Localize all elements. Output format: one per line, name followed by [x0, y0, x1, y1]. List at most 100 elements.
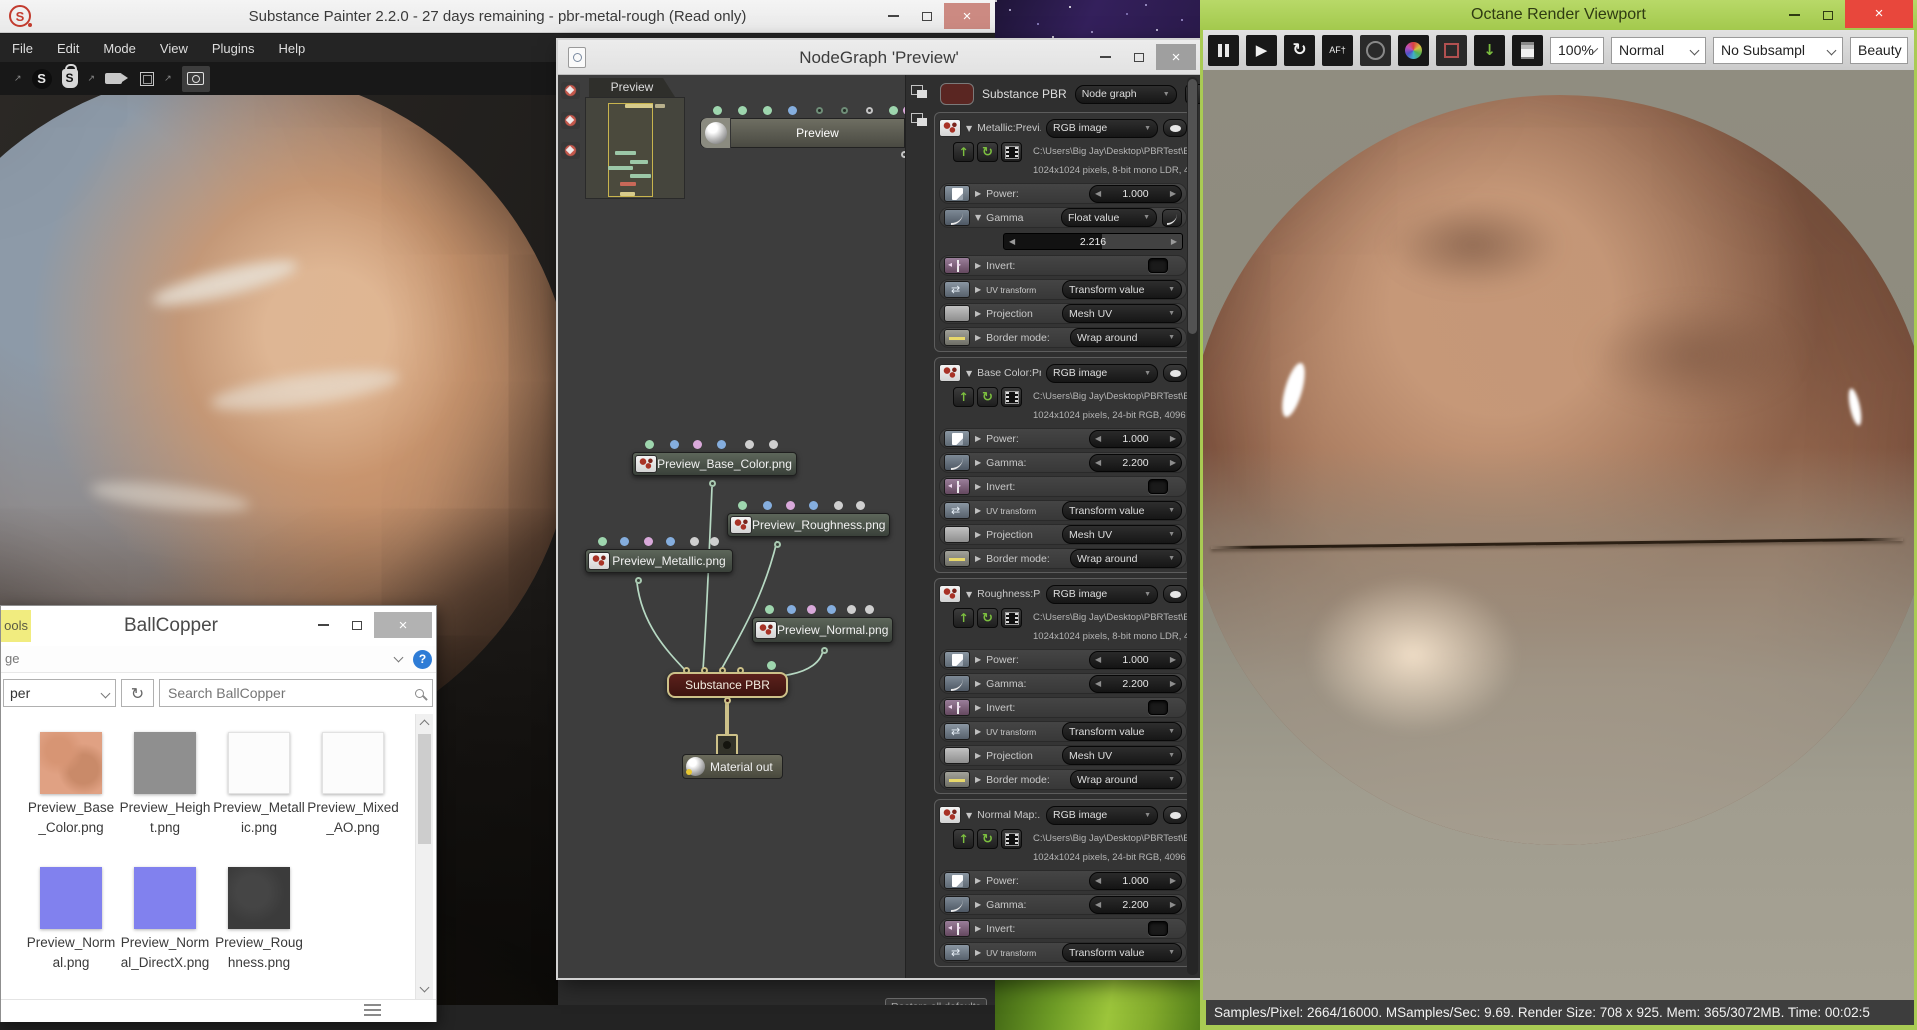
node-port[interactable]	[769, 440, 778, 449]
border-mode-dropdown[interactable]: Wrap around ▼	[1070, 328, 1182, 347]
display-mode-dropdown[interactable]: Normal	[1611, 36, 1706, 64]
menu-file[interactable]: File	[12, 41, 33, 56]
start-render-button[interactable]: ▶	[1246, 34, 1277, 66]
node-port[interactable]	[670, 440, 679, 449]
film-sequence-icon[interactable]	[1001, 608, 1022, 628]
node-port[interactable]	[620, 537, 629, 546]
details-view-icon[interactable]	[364, 1004, 381, 1018]
explorer-scrollbar[interactable]	[415, 714, 433, 999]
node-port[interactable]	[644, 537, 653, 546]
expand-arrow-icon[interactable]: ▶	[975, 775, 981, 784]
uv-transform-dropdown[interactable]: Transform value ▼	[1062, 722, 1182, 741]
camera-target-button[interactable]	[1360, 34, 1391, 66]
node-port[interactable]	[763, 501, 772, 510]
node-port[interactable]	[645, 440, 654, 449]
collapse-arrow-icon[interactable]: ▼	[975, 213, 981, 222]
menu-help[interactable]: Help	[278, 41, 305, 56]
file-item[interactable]: Preview_Metallic.png	[213, 732, 305, 837]
gamma-spinner[interactable]: ◀ 2.200 ▶	[1089, 674, 1182, 693]
uv-transform-dropdown[interactable]: Transform value ▼	[1062, 943, 1182, 962]
explorer-minimize-button[interactable]	[306, 612, 340, 638]
expand-arrow-icon[interactable]: ▶	[975, 727, 981, 736]
nodegraph-maximize-button[interactable]	[1122, 44, 1156, 70]
pause-render-button[interactable]	[1208, 34, 1239, 66]
explorer-tools-ribbon-tab[interactable]: ools	[1, 610, 31, 642]
octane-render-view[interactable]	[1203, 70, 1914, 1000]
image-type-dropdown[interactable]: RGB image ▼	[1046, 584, 1158, 604]
render-pass-field[interactable]: Beauty	[1850, 36, 1908, 64]
node-port[interactable]	[809, 501, 818, 510]
gamma-spinner[interactable]: ◀ 2.200 ▶	[1089, 895, 1182, 914]
expand-arrow-icon[interactable]: ▶	[975, 876, 981, 885]
ribbon-expand-chevron-icon[interactable]	[393, 652, 404, 663]
expand-arrow-icon[interactable]: ▶	[975, 482, 981, 491]
region-render-button[interactable]	[1436, 34, 1467, 66]
node-base-color[interactable]: Preview_Base_Color.png	[632, 440, 797, 487]
node-output-port[interactable]	[635, 577, 642, 584]
color-picker-button[interactable]	[1398, 34, 1429, 66]
spread-nodes-icon[interactable]	[561, 112, 580, 129]
uv-transform-dropdown[interactable]: Transform value ▼	[1062, 280, 1182, 299]
power-spinner[interactable]: ◀ 1.000 ▶	[1089, 429, 1182, 448]
node-material-out[interactable]: Material out	[682, 754, 783, 779]
cube-icon[interactable]	[140, 71, 155, 86]
sp-minimize-button[interactable]	[876, 3, 910, 29]
node-port[interactable]	[816, 107, 823, 114]
node-input-port[interactable]	[683, 667, 690, 674]
parameter-panel[interactable]: Substance PBR Node graph ▼ ▼ Metallic:Pre…	[905, 75, 1200, 978]
menu-view[interactable]: View	[160, 41, 188, 56]
invert-checkbox[interactable]	[1148, 258, 1168, 273]
node-port[interactable]	[763, 106, 772, 115]
file-item[interactable]: Preview_Roughness.png	[213, 867, 305, 972]
eye-visibility-icon[interactable]	[1163, 806, 1187, 824]
load-image-button[interactable]: ↑	[953, 608, 974, 628]
node-port[interactable]	[866, 107, 873, 114]
video-camera-icon[interactable]	[105, 73, 129, 84]
file-item[interactable]: Preview_Normal.png	[25, 867, 117, 972]
load-image-button[interactable]: ↑	[953, 142, 974, 162]
expand-arrow-icon[interactable]: ▶	[975, 434, 981, 443]
panel-scrollbar[interactable]	[1187, 77, 1198, 975]
film-sequence-icon[interactable]	[1001, 387, 1022, 407]
node-port[interactable]	[865, 605, 874, 614]
menu-plugins[interactable]: Plugins	[212, 41, 255, 56]
scrollbar-thumb[interactable]	[418, 734, 431, 844]
octane-close-button[interactable]: ×	[1845, 0, 1913, 28]
node-output-port[interactable]	[724, 697, 731, 704]
explorer-titlebar[interactable]: BallCopper ×	[1, 606, 436, 646]
expand-arrow-icon[interactable]: ▶	[975, 261, 981, 270]
subsampling-dropdown[interactable]: No Subsampl	[1713, 36, 1843, 64]
power-spinner[interactable]: ◀ 1.000 ▶	[1089, 871, 1182, 890]
expand-arrow-icon[interactable]: ▶	[975, 530, 981, 539]
layer-stack-icon[interactable]	[911, 85, 927, 98]
expand-arrow-icon[interactable]: ▶	[975, 554, 981, 563]
sp-titlebar[interactable]: S Substance Painter 2.2.0 - 27 days rema…	[0, 0, 995, 33]
nodegraph-window[interactable]: NodeGraph 'Preview' × Preview Preview Pr…	[558, 40, 1200, 978]
refresh-button[interactable]: ↻	[121, 679, 154, 707]
node-input-port[interactable]	[719, 667, 726, 674]
reload-image-button[interactable]: ↻	[977, 608, 998, 628]
search-box[interactable]	[159, 679, 433, 707]
expand-arrow-icon[interactable]: ▶	[975, 948, 981, 957]
octane-window[interactable]: Octane Render Viewport × ▶ ↻ AF† 100% No…	[1200, 0, 1917, 1030]
zoom-dropdown[interactable]: 100%	[1550, 36, 1604, 64]
gamma-slider[interactable]: ◀ 2.216 ▶	[1003, 233, 1183, 250]
node-metallic[interactable]: Preview_Metallic.png	[585, 537, 733, 584]
explorer-close-button[interactable]: ×	[374, 612, 432, 638]
nodegraph-close-button[interactable]: ×	[1156, 44, 1196, 70]
border-mode-dropdown[interactable]: Wrap around ▼	[1070, 770, 1182, 789]
node-port[interactable]	[847, 605, 856, 614]
node-output-port[interactable]	[821, 647, 828, 654]
invert-checkbox[interactable]	[1148, 921, 1168, 936]
restart-render-button[interactable]: ↻	[1284, 34, 1315, 66]
octane-maximize-button[interactable]	[1811, 2, 1845, 28]
explorer-file-grid[interactable]: Preview_Base_Color.png Preview_Height.pn…	[2, 714, 414, 999]
expand-arrow-icon[interactable]: ▶	[975, 189, 981, 198]
graph-minimap[interactable]	[585, 97, 685, 199]
node-port[interactable]	[745, 440, 754, 449]
node-preview[interactable]: Preview	[700, 106, 912, 158]
power-spinner[interactable]: ◀ 1.000 ▶	[1089, 184, 1182, 203]
gather-nodes-icon[interactable]	[561, 142, 580, 159]
image-type-dropdown[interactable]: RGB image ▼	[1046, 805, 1158, 825]
expand-arrow-icon[interactable]: ▶	[975, 924, 981, 933]
